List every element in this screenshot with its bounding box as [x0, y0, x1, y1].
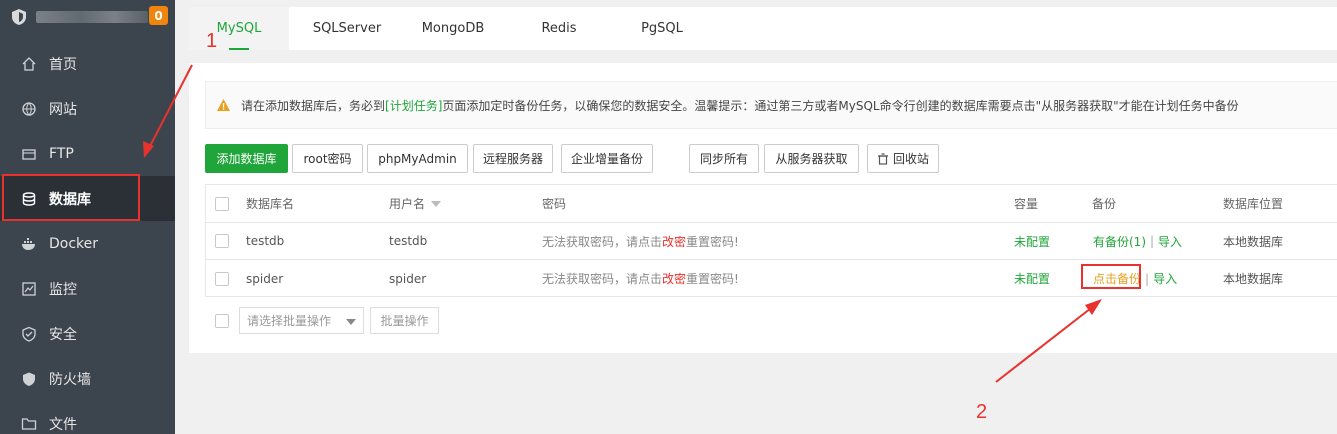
- sidebar-item-firewall[interactable]: 防火墙: [0, 356, 175, 401]
- ftp-icon: [21, 146, 37, 162]
- tab-pgsql[interactable]: PgSQL: [612, 7, 712, 50]
- enterprise-incremental-backup-button[interactable]: 企业增量备份: [561, 144, 653, 173]
- notice-prefix: 请在添加数据库后，务必到: [241, 98, 386, 113]
- sidebar-item-ftp[interactable]: FTP: [0, 131, 175, 176]
- header-backup: 备份: [1092, 197, 1117, 211]
- db-user: testdb: [389, 234, 428, 248]
- sidebar-item-label: FTP: [49, 145, 74, 162]
- db-password: 无法获取密码，请点击 改密 重置密码!: [542, 270, 739, 287]
- capacity-unconfigured-link[interactable]: 未配置: [1014, 223, 1050, 259]
- sidebar-item-label: 网站: [49, 101, 77, 118]
- import-link[interactable]: 导入: [1153, 270, 1177, 287]
- capacity-unconfigured-link[interactable]: 未配置: [1014, 260, 1050, 297]
- header-password: 密码: [542, 197, 567, 211]
- backup-notice: 请在添加数据库后，务必到 [计划任务] 页面添加定时备份任务，以确保您的数据安全…: [205, 81, 1337, 129]
- logo-row: 0: [0, 0, 175, 33]
- server-name-blurred: [36, 10, 148, 23]
- annotation-number-1: 1: [206, 30, 218, 52]
- sidebar-item-label: 安全: [49, 326, 77, 343]
- root-password-button[interactable]: root密码: [292, 144, 363, 173]
- sidebar-item-label: 首页: [49, 56, 77, 73]
- trash-icon: [877, 152, 888, 165]
- recycle-bin-button[interactable]: 回收站: [867, 144, 939, 173]
- header-username[interactable]: 用户名: [389, 185, 442, 222]
- batch-operation-button[interactable]: 批量操作: [370, 307, 439, 334]
- database-table: 数据库名 用户名 密码 容量 备份 数据库位置 testdb testdb 无法…: [205, 184, 1337, 297]
- shield-check-icon: [21, 326, 37, 342]
- notification-badge[interactable]: 0: [149, 6, 168, 25]
- db-name: testdb: [246, 234, 285, 248]
- change-password-link[interactable]: 改密: [662, 270, 686, 287]
- backup-highlight-box: [1081, 264, 1141, 289]
- chevron-down-icon: [346, 319, 356, 325]
- sidebar-item-label: Docker: [49, 235, 99, 252]
- db-name: spider: [246, 271, 284, 286]
- warning-icon: [217, 99, 230, 111]
- notice-suffix: 页面添加定时备份任务，以确保您的数据安全。温馨提示：通过第三方或者MySQL命令…: [442, 98, 1239, 113]
- recycle-bin-label: 回收站: [892, 152, 929, 166]
- db-password: 无法获取密码，请点击 改密 重置密码!: [542, 233, 739, 250]
- database-highlight-box: [2, 174, 140, 221]
- docker-icon: [21, 236, 37, 252]
- sync-all-button[interactable]: 同步所有: [689, 144, 759, 173]
- monitor-icon: [21, 281, 37, 297]
- db-user: spider: [389, 271, 427, 286]
- tab-mongodb[interactable]: MongoDB: [403, 7, 503, 50]
- cron-task-link[interactable]: [计划任务]: [385, 97, 442, 114]
- main-panel: 请在添加数据库后，务必到 [计划任务] 页面添加定时备份任务，以确保您的数据安全…: [189, 63, 1337, 353]
- change-password-link[interactable]: 改密: [662, 233, 686, 250]
- folder-icon: [21, 416, 37, 432]
- database-type-tabs: MySQL SQLServer MongoDB Redis PgSQL: [189, 7, 1337, 50]
- table-row: testdb testdb 无法获取密码，请点击 改密 重置密码! 未配置 有备份(…: [206, 223, 1337, 260]
- row-checkbox[interactable]: [215, 271, 229, 286]
- header-location: 数据库位置: [1223, 197, 1284, 211]
- sidebar-item-files[interactable]: 文件: [0, 401, 175, 434]
- sidebar-item-website[interactable]: 网站: [0, 86, 175, 131]
- add-database-button[interactable]: 添加数据库: [205, 144, 288, 173]
- home-icon: [21, 56, 37, 72]
- tab-sqlserver[interactable]: SQLServer: [297, 7, 397, 50]
- sidebar-item-label: 监控: [49, 281, 77, 298]
- has-backup-link[interactable]: 有备份(1): [1093, 233, 1146, 250]
- sidebar-item-monitor[interactable]: 监控: [0, 266, 175, 311]
- sidebar-item-security[interactable]: 安全: [0, 311, 175, 356]
- db-location: 本地数据库: [1223, 234, 1284, 249]
- firewall-icon: [21, 371, 37, 387]
- sort-down-icon: [431, 200, 442, 207]
- tab-redis[interactable]: Redis: [509, 7, 609, 50]
- phpmyadmin-button[interactable]: phpMyAdmin: [367, 144, 468, 173]
- row-checkbox[interactable]: [215, 234, 229, 248]
- import-link[interactable]: 导入: [1158, 233, 1182, 250]
- header-db-name[interactable]: 数据库名: [246, 185, 294, 222]
- select-all-checkbox[interactable]: [215, 196, 229, 211]
- table-header: 数据库名 用户名 密码 容量 备份 数据库位置: [206, 185, 1337, 223]
- sidebar-item-label: 文件: [49, 416, 77, 433]
- batch-select-checkbox[interactable]: [215, 314, 229, 328]
- fetch-from-server-button[interactable]: 从服务器获取: [764, 144, 859, 173]
- logo-icon: [12, 8, 26, 25]
- backup-actions: 有备份(1) | 导入: [1093, 233, 1183, 250]
- annotation-number-2: 2: [976, 401, 988, 423]
- sidebar-item-docker[interactable]: Docker: [0, 221, 175, 266]
- db-location: 本地数据库: [1223, 272, 1284, 286]
- table-row: spider spider 无法获取密码，请点击 改密 重置密码! 未配置 点击备份…: [206, 260, 1337, 297]
- tab-mysql[interactable]: MySQL: [189, 7, 289, 50]
- sidebar-item-home[interactable]: 首页: [0, 41, 175, 86]
- header-capacity: 容量: [1014, 197, 1039, 211]
- remote-server-button[interactable]: 远程服务器: [473, 144, 553, 173]
- sidebar: 0 首页 网站 FTP 数据库 Docker 监控 安全 防火墙 文件: [0, 0, 175, 434]
- globe-icon: [21, 101, 37, 117]
- sidebar-item-label: 防火墙: [49, 371, 91, 388]
- batch-operation-select[interactable]: 请选择批量操作: [239, 307, 364, 334]
